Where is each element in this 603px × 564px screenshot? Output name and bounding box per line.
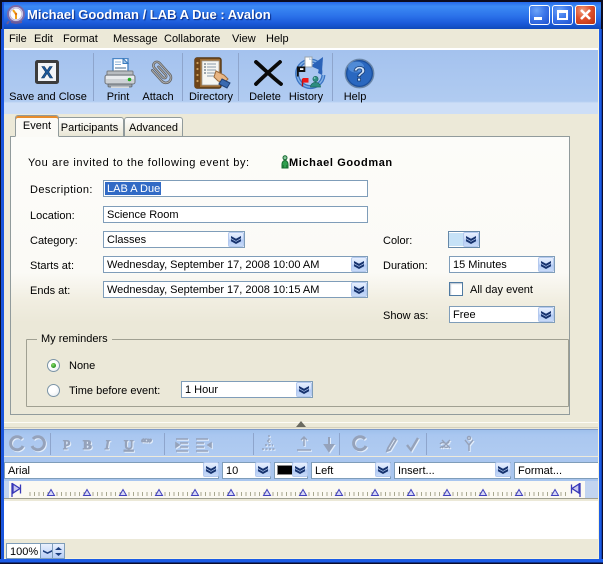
svg-text:?: ? bbox=[353, 63, 366, 86]
svg-text:X: X bbox=[41, 63, 53, 82]
